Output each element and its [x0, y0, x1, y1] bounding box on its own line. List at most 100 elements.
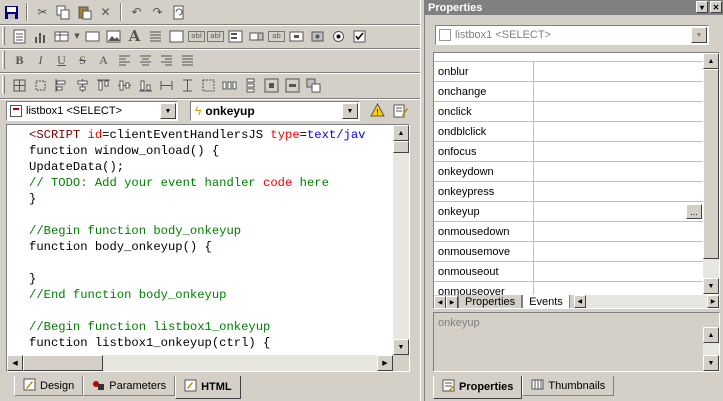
chevron-down-icon[interactable]: ▼	[342, 103, 358, 119]
scroll-right-icon[interactable]: ▶	[377, 355, 393, 371]
space-horizontal-icon[interactable]	[220, 76, 239, 95]
copy-icon[interactable]	[54, 3, 73, 22]
grid-tab-events[interactable]: Events	[522, 295, 570, 308]
save-icon[interactable]	[2, 3, 21, 22]
tab-design[interactable]: Design	[14, 376, 84, 396]
code-line[interactable]	[29, 255, 393, 271]
center-horizontal-icon[interactable]	[262, 76, 281, 95]
underline-icon[interactable]: U	[52, 51, 71, 70]
refresh-icon[interactable]	[169, 3, 188, 22]
code-line[interactable]: //Begin function listbox1_onkeyup	[29, 319, 393, 335]
property-value[interactable]	[534, 102, 704, 121]
scroll-up-icon[interactable]: ▲	[703, 327, 719, 343]
code-line[interactable]	[29, 207, 393, 223]
grid-tabs-hscroll[interactable]: ◀ ▶	[573, 295, 719, 308]
code-line[interactable]: // TODO: Add your event handler code her…	[29, 175, 393, 191]
scroll-left-icon[interactable]: ◀	[573, 295, 586, 308]
tab-scroll-left-icon[interactable]: ◀	[434, 296, 446, 308]
align-tops-icon[interactable]	[94, 76, 113, 95]
property-value[interactable]	[534, 142, 704, 161]
center-vertical-icon[interactable]	[283, 76, 302, 95]
code-line[interactable]: //End function body_onkeyup	[29, 287, 393, 303]
same-height-icon[interactable]	[178, 76, 197, 95]
property-row[interactable]: onkeyup...	[434, 202, 704, 222]
same-size-icon[interactable]	[199, 76, 218, 95]
scroll-left-icon[interactable]: ◀	[7, 355, 23, 371]
grid-icon[interactable]	[10, 76, 29, 95]
description-scrollbar[interactable]: ▲ ▼	[703, 327, 719, 371]
listbox-icon[interactable]	[226, 27, 245, 46]
button-icon[interactable]: ab	[268, 30, 285, 42]
property-row[interactable]: onfocus	[434, 142, 704, 162]
report-icon[interactable]	[10, 27, 29, 46]
scroll-thumb[interactable]	[23, 355, 103, 371]
code-text[interactable]: <SCRIPT id=clientEventHandlersJS type=te…	[29, 127, 393, 355]
submit-icon[interactable]	[287, 27, 306, 46]
property-row[interactable]: onkeypress	[434, 182, 704, 202]
property-value[interactable]	[534, 122, 704, 141]
radio-icon[interactable]	[329, 27, 348, 46]
editor-vertical-scrollbar[interactable]: ▲ ▼	[393, 125, 409, 355]
grid-tab-properties[interactable]: Properties	[458, 295, 523, 308]
tab-html[interactable]: HTML	[175, 376, 241, 399]
scroll-down-icon[interactable]: ▼	[703, 278, 719, 294]
tab-properties[interactable]: Properties	[433, 376, 523, 399]
snap-icon[interactable]	[31, 76, 50, 95]
space-vertical-icon[interactable]	[241, 76, 260, 95]
property-grid-scrollbar[interactable]: ▲ ▼	[703, 53, 719, 294]
justify-icon[interactable]	[178, 51, 197, 70]
property-row[interactable]: onblur	[434, 62, 704, 82]
property-value[interactable]	[534, 262, 704, 281]
scroll-up-icon[interactable]: ▲	[393, 125, 409, 141]
bold-icon[interactable]: B	[10, 51, 29, 70]
undo-icon[interactable]: ↶	[127, 3, 146, 22]
cut-icon[interactable]: ✂	[33, 3, 52, 22]
property-row[interactable]: onmousedown	[434, 222, 704, 242]
strikethrough-icon[interactable]: S	[73, 51, 92, 70]
dropdown-arrow-icon[interactable]: ▼	[73, 27, 81, 46]
property-value[interactable]	[534, 242, 704, 261]
property-row[interactable]: onclick	[434, 102, 704, 122]
tab-thumbnails[interactable]: Thumbnails	[522, 376, 615, 396]
code-line[interactable]: function listbox1_onkeyup(ctrl) {	[29, 335, 393, 351]
scroll-right-icon[interactable]: ▶	[707, 295, 719, 308]
event-warning-icon[interactable]: !	[368, 101, 387, 120]
chevron-down-icon[interactable]: ▼	[691, 27, 707, 43]
align-right-icon[interactable]	[157, 51, 176, 70]
property-row[interactable]: onkeydown	[434, 162, 704, 182]
property-value[interactable]	[534, 202, 704, 221]
bring-front-icon[interactable]	[304, 76, 323, 95]
property-value[interactable]	[534, 62, 704, 81]
combobox-icon[interactable]	[247, 27, 266, 46]
frame-icon[interactable]	[83, 27, 102, 46]
editor-horizontal-scrollbar[interactable]: ◀ ▶	[7, 355, 393, 371]
align-middles-icon[interactable]	[115, 76, 134, 95]
paste-icon[interactable]	[75, 3, 94, 22]
chart-icon[interactable]	[31, 27, 50, 46]
align-bottoms-icon[interactable]	[136, 76, 155, 95]
code-editor[interactable]: <SCRIPT id=clientEventHandlersJS type=te…	[6, 124, 410, 372]
tab-scroll-right-icon[interactable]: ▶	[446, 296, 458, 308]
property-value[interactable]	[534, 182, 704, 201]
same-width-icon[interactable]	[157, 76, 176, 95]
code-line[interactable]: //Begin function body_onkeyup	[29, 223, 393, 239]
scroll-up-icon[interactable]: ▲	[703, 53, 719, 69]
event-combo[interactable]: ϟ onkeyup ▼	[190, 101, 360, 121]
scroll-down-icon[interactable]: ▼	[393, 339, 409, 355]
redo-icon[interactable]: ↷	[148, 3, 167, 22]
property-value[interactable]	[534, 222, 704, 241]
scroll-thumb[interactable]	[703, 69, 719, 259]
italic-icon[interactable]: I	[31, 51, 50, 70]
properties-object-combo[interactable]: listbox1 <SELECT> ▼	[435, 25, 709, 45]
object-combo[interactable]: listbox1 <SELECT> ▼	[6, 101, 178, 121]
scroll-thumb[interactable]	[393, 141, 409, 153]
textbox-icon[interactable]: abl	[188, 30, 205, 42]
property-grid[interactable]: onblur onchange onclick ondblclick onfocus on…	[433, 52, 720, 309]
event-edit-icon[interactable]	[391, 101, 410, 120]
checkbox-icon[interactable]	[350, 27, 369, 46]
scroll-down-icon[interactable]: ▼	[703, 355, 719, 371]
code-line[interactable]: }	[29, 191, 393, 207]
code-line[interactable]	[29, 303, 393, 319]
font-color-icon[interactable]: A	[94, 51, 113, 70]
align-left-icon[interactable]	[115, 51, 134, 70]
